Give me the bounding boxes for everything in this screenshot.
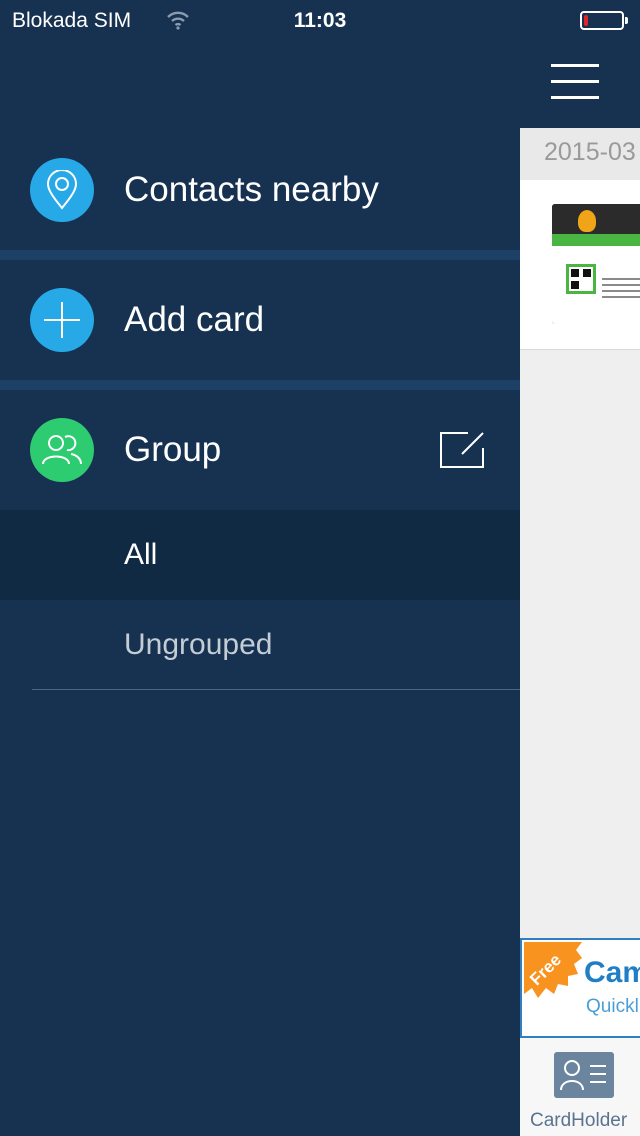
battery-level	[584, 15, 588, 26]
date-section-header: 2015-03	[520, 128, 640, 180]
card-list-item[interactable]	[520, 180, 640, 350]
menu-item-group[interactable]: Group	[0, 390, 520, 510]
group-item-label: All	[124, 538, 158, 571]
menu-separator	[0, 250, 520, 260]
date-header-text: 2015-03	[544, 138, 636, 166]
battery-icon	[580, 11, 628, 30]
location-pin-icon	[30, 158, 94, 222]
business-card-thumbnail	[552, 204, 640, 324]
menu-item-label: Group	[124, 430, 222, 469]
menu-separator	[0, 380, 520, 390]
status-time: 11:03	[293, 9, 347, 32]
edit-icon[interactable]	[438, 430, 486, 470]
ad-title: Cam	[584, 956, 640, 989]
side-drawer: Contacts nearby Add card Group All Ungro…	[0, 0, 520, 1136]
card-holder-icon[interactable]	[554, 1052, 614, 1098]
people-icon	[30, 418, 94, 482]
main-header	[520, 40, 640, 128]
divider	[32, 689, 520, 690]
group-item-all[interactable]: All	[0, 510, 520, 600]
ad-subtitle: Quickl	[586, 996, 639, 1017]
menu-item-label: Contacts nearby	[124, 170, 379, 209]
hamburger-menu-icon[interactable]	[551, 64, 599, 100]
group-item-label: Ungrouped	[124, 628, 273, 661]
menu-item-contacts-nearby[interactable]: Contacts nearby	[0, 130, 520, 250]
main-screen-peek[interactable]: 2015-03 Free Cam Quickl C	[520, 0, 640, 1136]
plus-icon	[30, 288, 94, 352]
tab-label-cardholder[interactable]: CardHolder	[530, 1110, 627, 1132]
status-bar: Blokada SIM 11:03	[0, 0, 640, 40]
group-item-ungrouped[interactable]: Ungrouped	[0, 600, 520, 690]
tab-bar: CardHolder	[520, 1038, 640, 1136]
ad-banner[interactable]: Free Cam Quickl	[520, 938, 640, 1038]
menu-item-add-card[interactable]: Add card	[0, 260, 520, 380]
menu-item-label: Add card	[124, 300, 265, 339]
